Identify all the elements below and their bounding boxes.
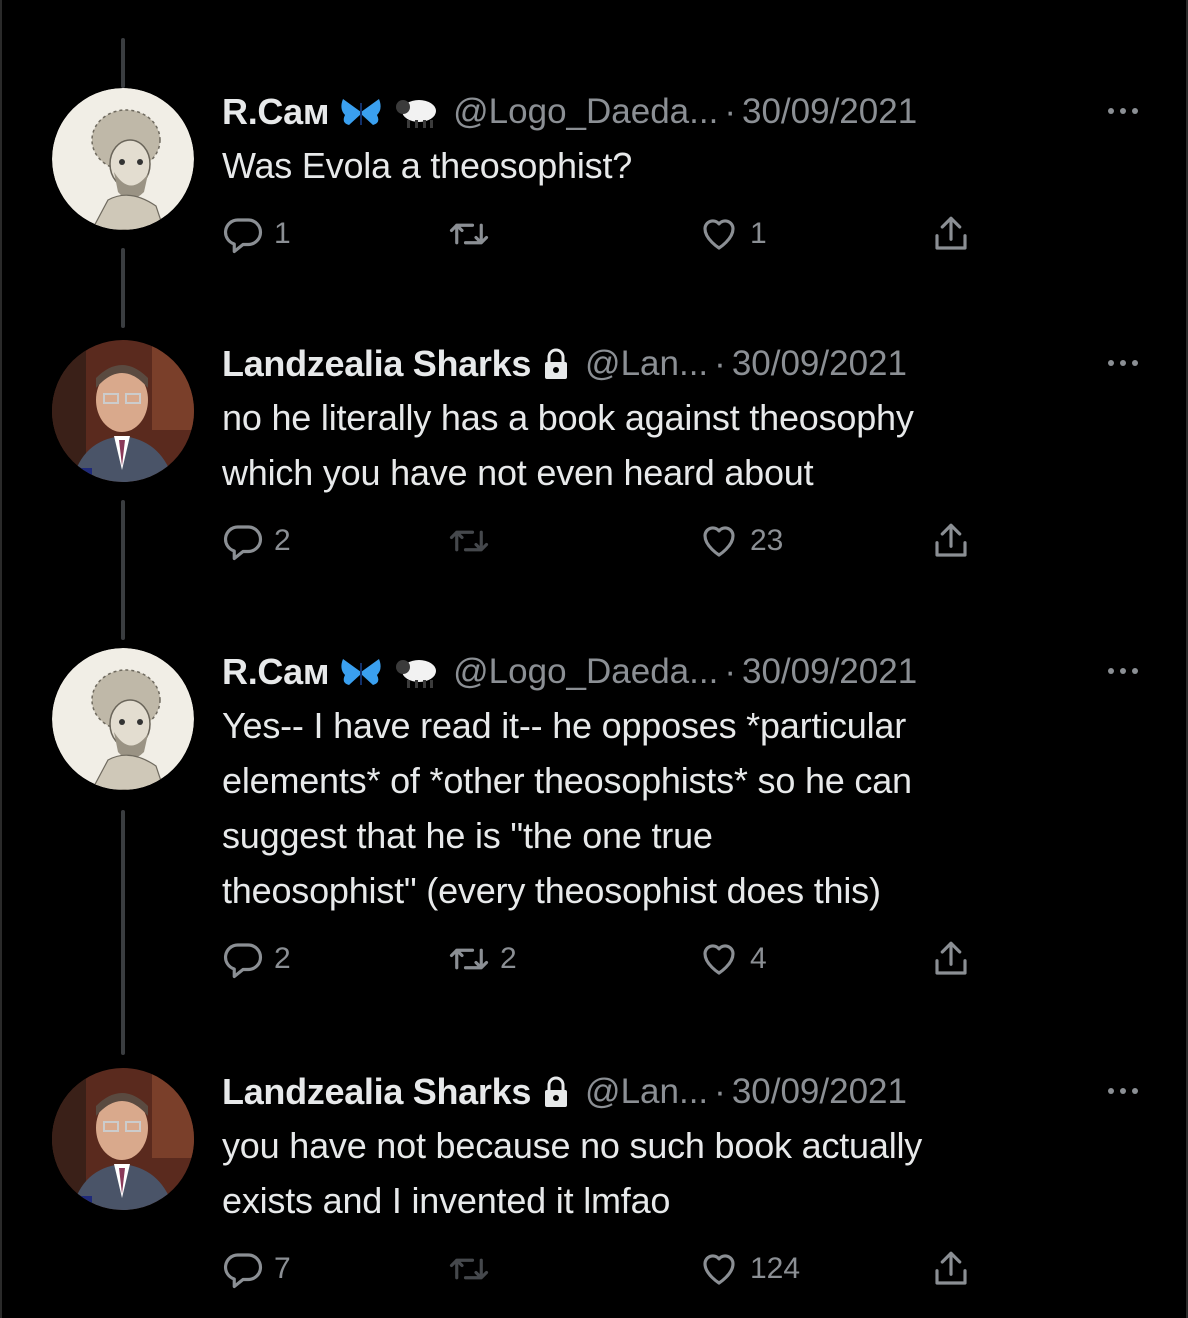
thread-line bbox=[121, 810, 125, 1055]
display-name[interactable]: R.Cам bbox=[222, 651, 329, 693]
share-icon bbox=[935, 941, 967, 975]
thread-line bbox=[121, 500, 125, 640]
reply-button[interactable]: 7 bbox=[222, 1248, 291, 1290]
reply-icon bbox=[224, 943, 263, 979]
share-icon bbox=[935, 1251, 967, 1285]
retweet-button[interactable] bbox=[448, 1248, 500, 1290]
user-handle[interactable]: @Lan... bbox=[585, 1072, 708, 1112]
retweet-icon bbox=[449, 1258, 489, 1280]
retweet-button[interactable] bbox=[448, 213, 500, 255]
like-button[interactable]: 4 bbox=[698, 938, 767, 980]
user-handle[interactable]: @Logo_Daeda... bbox=[453, 652, 718, 692]
engraved-portrait-icon bbox=[52, 88, 194, 230]
thread-line bbox=[121, 38, 125, 88]
tweet-date[interactable]: 30/09/2021 bbox=[742, 652, 917, 692]
tweet-text: no he literally has a book against theos… bbox=[222, 397, 914, 493]
like-button[interactable]: 124 bbox=[698, 1248, 800, 1290]
like-count: 124 bbox=[750, 1252, 801, 1285]
reply-count: 2 bbox=[274, 524, 291, 557]
sheep-emoji-icon bbox=[393, 95, 439, 129]
reply-count: 1 bbox=[274, 217, 291, 250]
separator-dot: · bbox=[714, 1072, 726, 1111]
reply-icon bbox=[224, 525, 263, 561]
tweet-header: Landzealia Sharks @Lan... · 30/09/2021 bbox=[222, 340, 1148, 388]
tweet-header: Landzealia Sharks @Lan... · 30/09/2021 bbox=[222, 1068, 1148, 1116]
sheep-emoji-icon bbox=[393, 655, 439, 689]
tweet-text: you have not because no such book actual… bbox=[222, 1125, 923, 1221]
butterfly-emoji-icon bbox=[339, 97, 383, 127]
more-options-icon[interactable] bbox=[1078, 96, 1138, 126]
separator-dot: · bbox=[724, 652, 736, 691]
retweet-icon bbox=[449, 948, 489, 970]
like-count: 1 bbox=[750, 217, 767, 250]
more-options-icon[interactable] bbox=[1078, 348, 1138, 378]
tweet-text: Yes-- I have read it-- he opposes *parti… bbox=[222, 705, 912, 911]
more-options-icon[interactable] bbox=[1078, 1076, 1138, 1106]
user-handle[interactable]: @Lan... bbox=[585, 344, 708, 384]
retweet-count: 2 bbox=[500, 942, 517, 975]
retweet-icon bbox=[449, 223, 489, 245]
tweet-date[interactable]: 30/09/2021 bbox=[732, 344, 907, 384]
user-handle[interactable]: @Logo_Daeda... bbox=[453, 92, 718, 132]
reply-count: 2 bbox=[274, 942, 291, 975]
tweet-header: R.Cам @Logo_Daeda... · 30/09/2021 bbox=[222, 88, 1148, 136]
reply-button[interactable]: 2 bbox=[222, 520, 291, 562]
display-name[interactable]: R.Cам bbox=[222, 91, 329, 133]
tweet-actions: 2 2 4 bbox=[222, 938, 1148, 994]
man-in-suit-photo-icon bbox=[52, 1068, 194, 1210]
avatar[interactable] bbox=[52, 88, 194, 230]
tweet-header: R.Cам @Logo_Daeda... · 30/09/2021 bbox=[222, 648, 1148, 696]
share-button[interactable] bbox=[930, 520, 972, 562]
share-button[interactable] bbox=[930, 213, 972, 255]
retweet-icon bbox=[449, 530, 489, 552]
share-icon bbox=[935, 216, 967, 250]
display-name[interactable]: Landzealia Sharks bbox=[222, 343, 531, 385]
avatar[interactable] bbox=[52, 340, 194, 482]
like-button[interactable]: 1 bbox=[698, 213, 767, 255]
tweet-date[interactable]: 30/09/2021 bbox=[732, 1072, 907, 1112]
tweet-actions: 7 124 bbox=[222, 1248, 1148, 1304]
share-icon bbox=[935, 523, 967, 557]
heart-icon bbox=[703, 526, 735, 557]
reply-icon bbox=[224, 218, 263, 254]
avatar[interactable] bbox=[52, 1068, 194, 1210]
retweet-button[interactable]: 2 bbox=[448, 938, 517, 980]
retweet-button[interactable] bbox=[448, 520, 500, 562]
like-count: 23 bbox=[750, 524, 784, 557]
reply-icon bbox=[224, 1253, 263, 1289]
lock-icon bbox=[541, 1075, 571, 1109]
heart-icon bbox=[703, 1254, 735, 1285]
reply-button[interactable]: 2 bbox=[222, 938, 291, 980]
butterfly-emoji-icon bbox=[339, 657, 383, 687]
separator-dot: · bbox=[724, 92, 736, 131]
tweet-text: Was Evola a theosophist? bbox=[222, 145, 633, 186]
like-count: 4 bbox=[750, 942, 767, 975]
like-button[interactable]: 23 bbox=[698, 520, 783, 562]
reply-count: 7 bbox=[274, 1252, 291, 1285]
thread-line bbox=[121, 248, 125, 328]
reply-button[interactable]: 1 bbox=[222, 213, 291, 255]
heart-icon bbox=[703, 219, 735, 250]
lock-icon bbox=[541, 347, 571, 381]
engraved-portrait-icon bbox=[52, 648, 194, 790]
man-in-suit-photo-icon bbox=[52, 340, 194, 482]
separator-dot: · bbox=[714, 344, 726, 383]
tweet-date[interactable]: 30/09/2021 bbox=[742, 92, 917, 132]
tweet-actions: 2 23 bbox=[222, 520, 1148, 576]
share-button[interactable] bbox=[930, 938, 972, 980]
tweet-actions: 1 1 bbox=[222, 213, 1148, 269]
share-button[interactable] bbox=[930, 1248, 972, 1290]
display-name[interactable]: Landzealia Sharks bbox=[222, 1071, 531, 1113]
heart-icon bbox=[703, 944, 735, 975]
more-options-icon[interactable] bbox=[1078, 656, 1138, 686]
avatar[interactable] bbox=[52, 648, 194, 790]
